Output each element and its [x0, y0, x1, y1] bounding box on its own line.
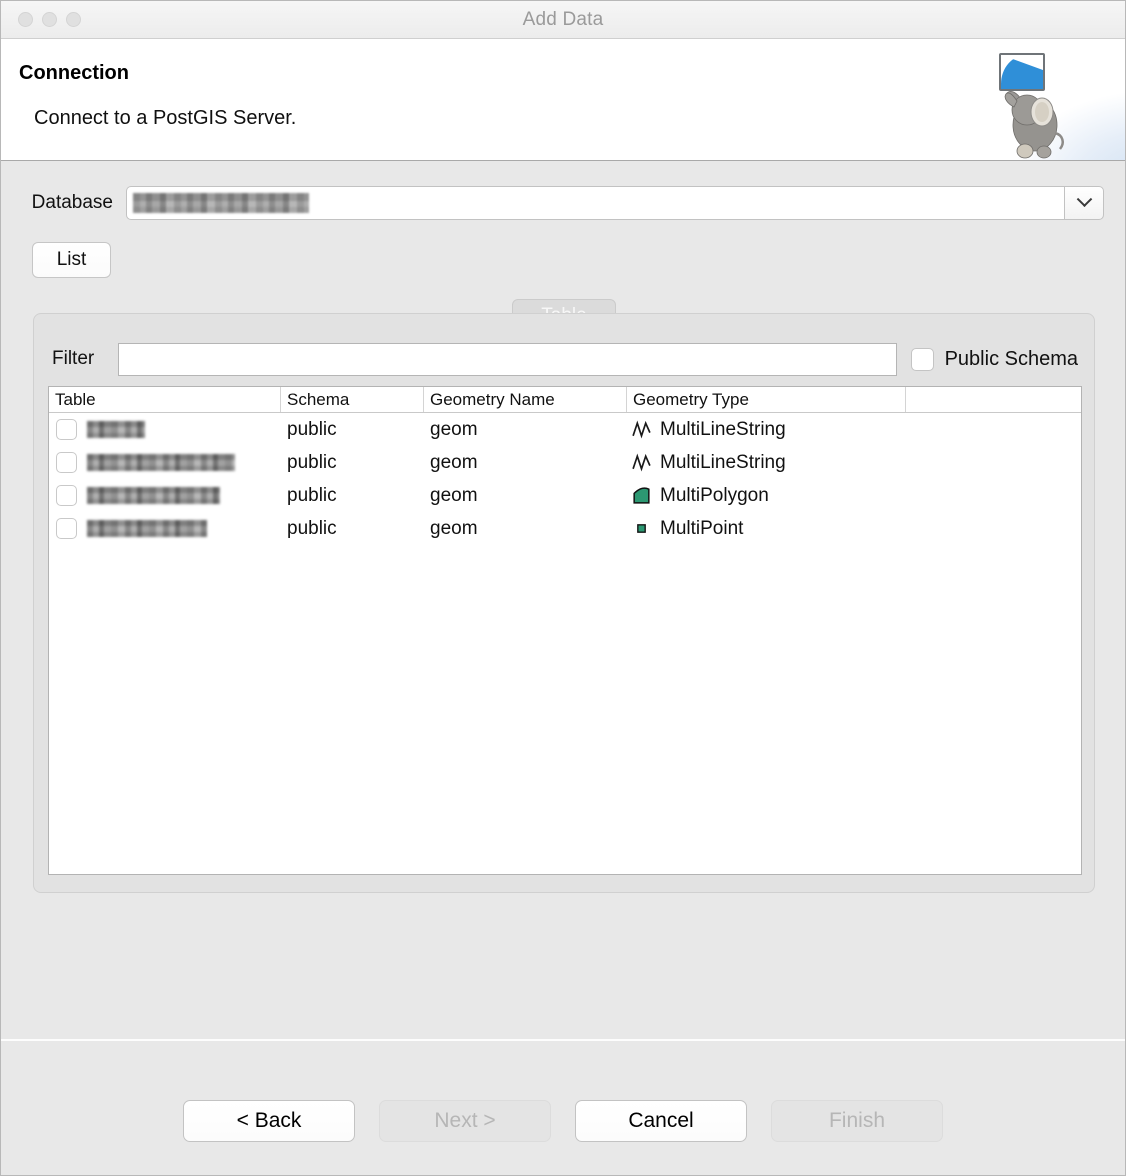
- geometry-type-label: MultiPolygon: [660, 484, 769, 506]
- column-header-geometry-name[interactable]: Geometry Name: [424, 387, 627, 412]
- cell-schema: public: [287, 418, 337, 440]
- traffic-light-group: [18, 12, 81, 27]
- filter-row: Filter Public Schema: [34, 342, 1094, 376]
- database-value-redacted: [133, 193, 309, 213]
- database-dropdown-button[interactable]: [1064, 186, 1104, 220]
- dialog-button-bar: < Back Next > Cancel Finish: [1, 1067, 1125, 1175]
- database-value-field[interactable]: [126, 186, 1064, 220]
- tables-list: Table Schema Geometry Name Geometry Type…: [48, 386, 1082, 875]
- multilinestring-icon: [632, 420, 651, 439]
- cell-geometry-name: geom: [430, 451, 478, 473]
- table-row[interactable]: public geom MultiLineString: [49, 413, 1081, 446]
- table-body: public geom MultiLineString public geom Multi…: [49, 413, 1081, 545]
- list-button[interactable]: List: [32, 242, 111, 278]
- cell-extra: [906, 479, 1081, 512]
- close-button-icon[interactable]: [18, 12, 33, 27]
- multilinestring-icon: [632, 453, 651, 472]
- page-subtitle: Connect to a PostGIS Server.: [34, 107, 297, 129]
- cell-extra: [906, 446, 1081, 479]
- table-row[interactable]: public geom MultiLineString: [49, 446, 1081, 479]
- cell-extra: [906, 512, 1081, 545]
- cell-geometry-type: MultiPolygon: [627, 479, 906, 512]
- page-title: Connection: [19, 62, 129, 84]
- database-row: Database: [1, 185, 1125, 221]
- table-row[interactable]: public geom MultiPoint: [49, 512, 1081, 545]
- cell-schema: public: [287, 451, 337, 473]
- cell-geometry-type: MultiLineString: [627, 446, 906, 479]
- cell-extra: [906, 413, 1081, 446]
- cell-geometry-name: geom: [430, 484, 478, 506]
- multipolygon-icon: [633, 487, 650, 504]
- database-label: Database: [31, 192, 113, 213]
- filter-input[interactable]: [118, 342, 897, 376]
- dialog-header: Connection Connect to a PostGIS Server.: [1, 39, 1125, 161]
- cancel-button[interactable]: Cancel: [575, 1100, 747, 1142]
- finish-button: Finish: [771, 1100, 943, 1142]
- chevron-down-icon: [1076, 190, 1092, 207]
- database-combobox[interactable]: [126, 186, 1104, 220]
- column-header-extra[interactable]: [906, 387, 1081, 412]
- window-titlebar: Add Data: [1, 1, 1125, 39]
- row-select-checkbox[interactable]: [56, 419, 77, 440]
- column-header-geometry-type[interactable]: Geometry Type: [627, 387, 906, 412]
- cell-table-name: [49, 413, 281, 446]
- window-title: Add Data: [522, 8, 604, 30]
- geometry-type-label: MultiPoint: [660, 517, 744, 539]
- zoom-button-icon[interactable]: [66, 12, 81, 27]
- table-name-redacted: [87, 520, 207, 537]
- geometry-type-label: MultiLineString: [660, 418, 786, 440]
- next-button: Next >: [379, 1100, 551, 1142]
- cell-table-name: [49, 446, 281, 479]
- table-name-redacted: [87, 487, 220, 504]
- postgis-elephant-logo-icon: [969, 47, 1079, 159]
- cell-schema: public: [287, 517, 337, 539]
- cell-geometry-type: MultiLineString: [627, 413, 906, 446]
- table-name-redacted: [87, 421, 145, 438]
- cell-table-name: [49, 479, 281, 512]
- row-select-checkbox[interactable]: [56, 452, 77, 473]
- public-schema-checkbox[interactable]: [910, 347, 934, 371]
- dialog-body: Database List Table Filter Public Sche: [1, 161, 1125, 1067]
- filter-label: Filter: [52, 348, 95, 369]
- minimize-button-icon[interactable]: [42, 12, 57, 27]
- public-schema-label: Public Schema: [944, 347, 1078, 370]
- column-header-table[interactable]: Table: [49, 387, 281, 412]
- row-select-checkbox[interactable]: [56, 518, 77, 539]
- cell-geometry-name: geom: [430, 517, 478, 539]
- elephant-icon: [1004, 91, 1064, 159]
- back-button[interactable]: < Back: [183, 1100, 355, 1142]
- table-group-panel: Filter Public Schema Table Schema Geomet…: [33, 313, 1095, 893]
- add-data-dialog: Add Data Connection Connect to a PostGIS…: [0, 0, 1126, 1176]
- table-header-row: Table Schema Geometry Name Geometry Type: [49, 387, 1081, 413]
- cell-geometry-type: MultiPoint: [627, 512, 906, 545]
- multipoint-icon: [637, 524, 646, 533]
- column-header-schema[interactable]: Schema: [281, 387, 424, 412]
- cell-schema: public: [287, 484, 337, 506]
- table-name-redacted: [87, 454, 235, 471]
- geometry-type-label: MultiLineString: [660, 451, 786, 473]
- table-row[interactable]: public geom MultiPolygon: [49, 479, 1081, 512]
- cell-table-name: [49, 512, 281, 545]
- footer-separator: [1, 1039, 1125, 1041]
- row-select-checkbox[interactable]: [56, 485, 77, 506]
- cell-geometry-name: geom: [430, 418, 478, 440]
